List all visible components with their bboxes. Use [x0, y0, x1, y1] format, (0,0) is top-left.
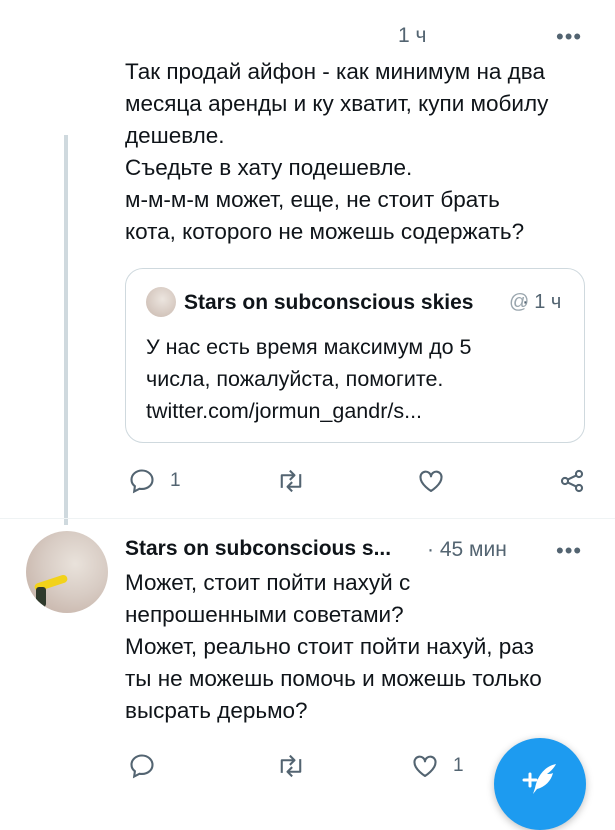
- reply-button[interactable]: 1: [128, 467, 181, 495]
- avatar[interactable]: [26, 531, 108, 613]
- retweet-icon: [280, 754, 302, 778]
- quoted-tweet-text: У нас есть время максимум до 5 числа, по…: [146, 335, 472, 423]
- share-icon: [560, 469, 584, 493]
- heart-icon: [413, 755, 437, 777]
- reply-icon: [130, 469, 154, 494]
- avatar-detail: [36, 587, 46, 607]
- quoted-author-name: Stars on subconscious skies: [184, 291, 474, 314]
- tweet-divider: [0, 518, 615, 519]
- quoted-tweet-timestamp: · 1 ч: [522, 291, 562, 313]
- reply-icon: [130, 754, 154, 779]
- like-button[interactable]: 1: [411, 752, 464, 780]
- retweet-button[interactable]: [276, 752, 320, 780]
- compose-tweet-button[interactable]: [494, 738, 586, 830]
- more-options-icon[interactable]: •••: [556, 26, 582, 48]
- like-button[interactable]: [417, 467, 459, 495]
- quoted-tweet-card[interactable]: Stars on subconscious skies @ · 1 ч У на…: [125, 268, 585, 443]
- share-button[interactable]: [558, 467, 586, 495]
- reply-button[interactable]: [128, 752, 170, 780]
- tweet-text: Так продай айфон - как минимум на два ме…: [125, 59, 549, 244]
- tweet-text: Может, стоит пойти нахуй с непрошенными …: [125, 570, 542, 723]
- quoted-author-avatar: [146, 287, 176, 317]
- heart-icon: [419, 470, 443, 492]
- retweet-button[interactable]: [276, 467, 320, 495]
- tweet-timestamp[interactable]: · 45 мин: [427, 538, 507, 562]
- like-count: 1: [453, 755, 464, 776]
- compose-tweet-icon: [522, 764, 556, 794]
- tweet-timestamp[interactable]: 1 ч: [398, 24, 426, 48]
- thread-connector-line: [64, 135, 68, 525]
- author-name[interactable]: Stars on subconscious s...: [125, 537, 391, 561]
- more-options-icon[interactable]: •••: [556, 540, 582, 562]
- retweet-icon: [280, 469, 302, 493]
- reply-count: 1: [170, 470, 181, 491]
